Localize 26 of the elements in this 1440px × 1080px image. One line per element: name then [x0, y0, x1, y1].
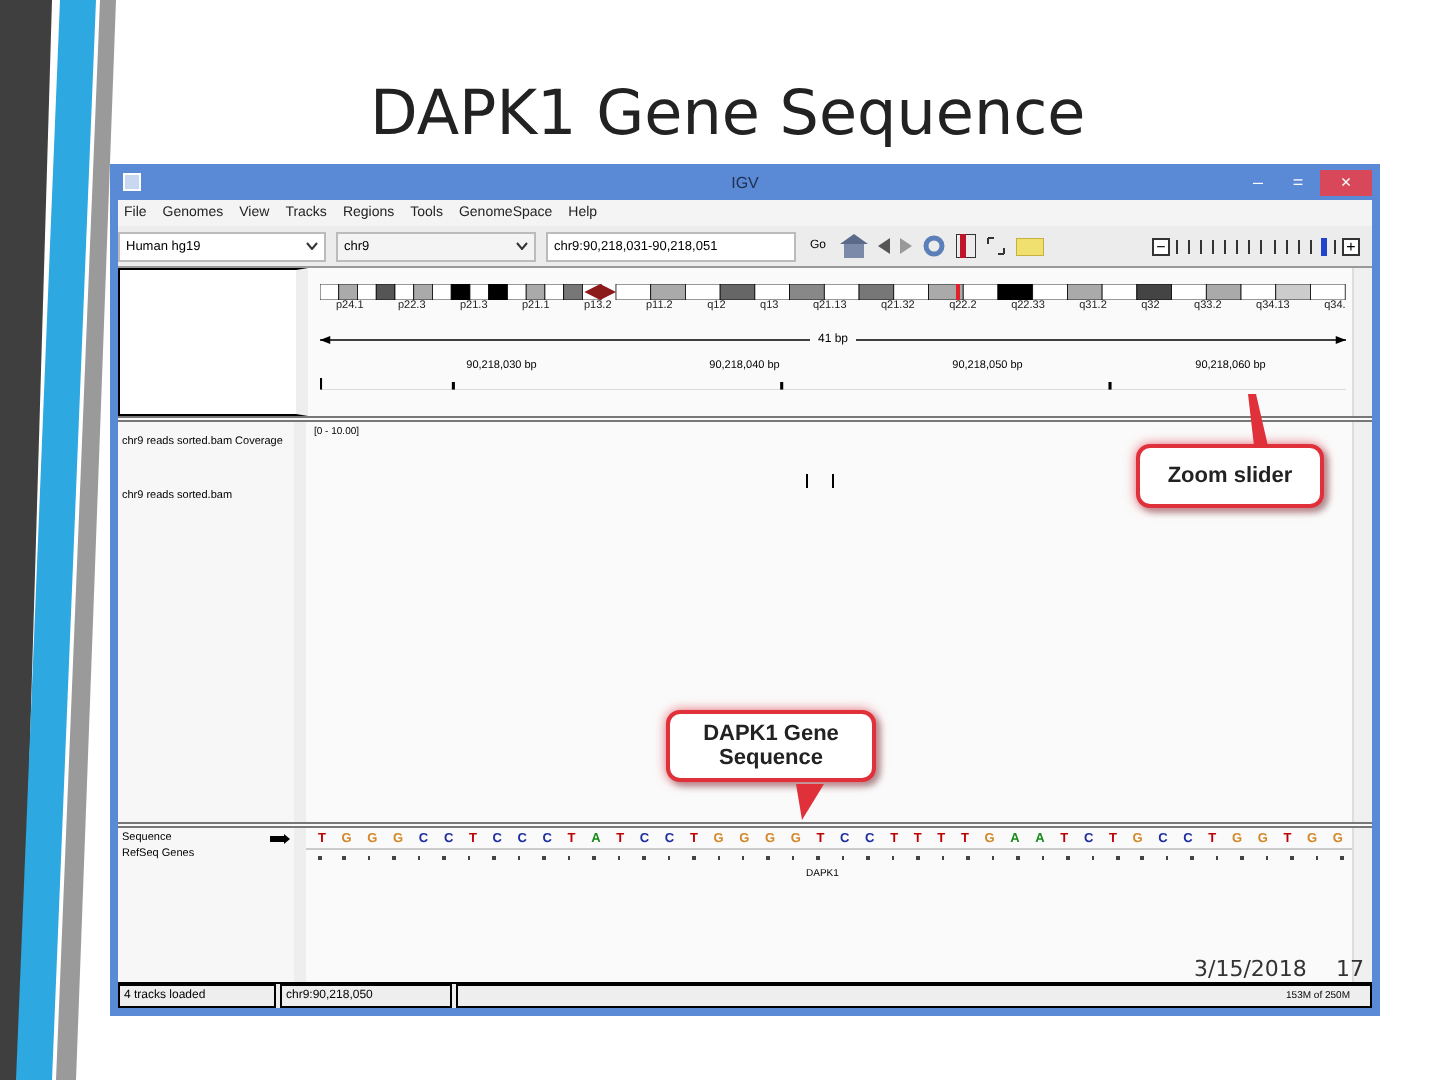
slide-title: DAPK1 Gene Sequence — [370, 76, 1088, 152]
callout: DAPK1 Gene Sequence — [666, 710, 876, 782]
zoom-thumb[interactable] — [1320, 237, 1327, 255]
scrollbar[interactable] — [1352, 268, 1372, 416]
callout-pointer — [796, 784, 824, 820]
home-icon[interactable] — [840, 234, 869, 258]
region-marker[interactable] — [956, 284, 961, 300]
refresh-icon[interactable] — [922, 234, 947, 258]
forward-icon[interactable] — [900, 238, 913, 254]
region-icon[interactable] — [956, 234, 977, 258]
zoom-out-button[interactable]: − — [1152, 237, 1170, 255]
back-icon[interactable] — [878, 238, 891, 254]
resize-icon[interactable] — [986, 236, 1007, 256]
scrollbar[interactable] — [1352, 422, 1372, 822]
zoom-slider[interactable] — [1176, 237, 1336, 255]
slide-date: 3/15/2018 — [1194, 956, 1307, 982]
close-button[interactable]: × — [1320, 169, 1372, 195]
strand-arrow-icon[interactable] — [270, 833, 290, 843]
chevron-down-icon — [516, 242, 528, 250]
zoom-in-button[interactable]: + — [1342, 237, 1360, 255]
chevron-down-icon — [306, 242, 318, 250]
callout: Zoom slider — [1136, 444, 1324, 508]
window-title: IGV — [731, 173, 759, 191]
app-icon — [122, 172, 142, 192]
slide-number: 17 — [1336, 956, 1364, 982]
callout-pointer — [1248, 394, 1268, 446]
